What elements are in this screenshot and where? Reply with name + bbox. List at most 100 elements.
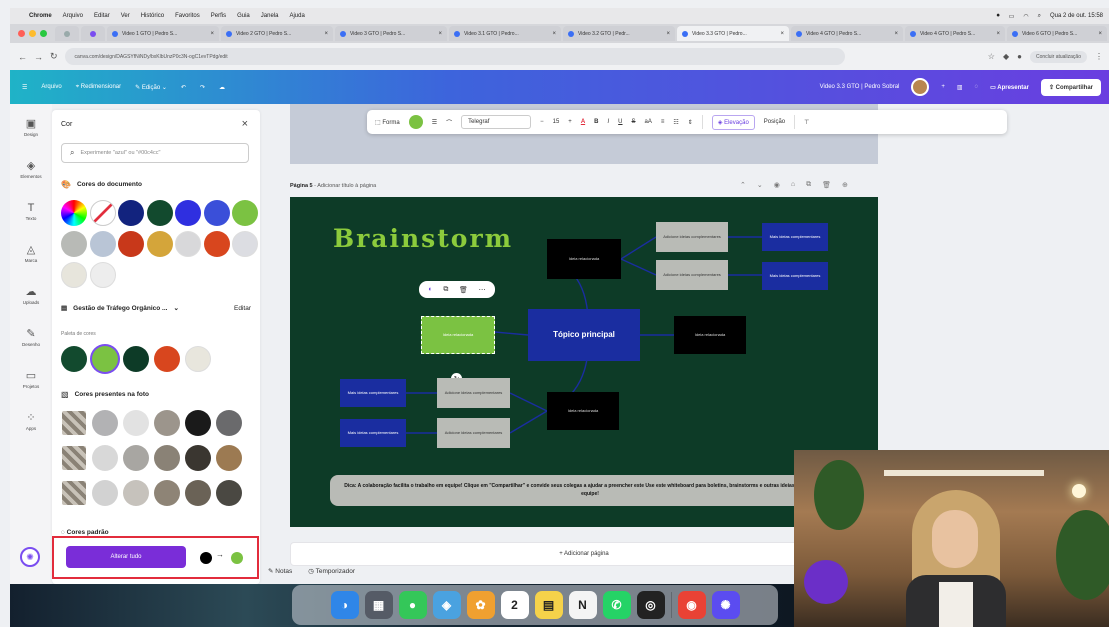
add-page-button[interactable]: + Adicionar página (290, 542, 878, 566)
photo-color-swatch[interactable] (123, 480, 149, 506)
present-button[interactable]: ▭ Apresentar (990, 84, 1029, 91)
palette-swatch[interactable] (154, 346, 180, 372)
finish-update-button[interactable]: Concluir atualização (1029, 50, 1087, 63)
page-label[interactable]: Página 5 - Adicionar título à página (290, 183, 376, 189)
increase-size-icon[interactable]: + (568, 119, 572, 125)
url-field[interactable]: canva.com/design/DAGSYfNiNDy/bxKlbUnzP0c… (64, 48, 845, 65)
browser-tab[interactable]: Video 1 GTO | Pedro S... × (107, 26, 219, 41)
rail-item-draw[interactable]: ✎ Desenho (10, 318, 52, 356)
color-swatch[interactable] (232, 231, 258, 257)
main-topic-box[interactable]: Tópico principal (528, 309, 640, 361)
menu-item[interactable]: Editar (94, 13, 110, 19)
add-page-icon[interactable]: ⊕ (842, 181, 848, 189)
extension-icon[interactable]: ◆ (1003, 52, 1009, 61)
rail-item-apps[interactable]: ⁘ Apps (10, 402, 52, 440)
browser-tab[interactable]: Video 3 GTO | Pedro S... × (335, 26, 447, 41)
browser-tab[interactable]: Video 3.2 GTO | Pedr... × (563, 26, 675, 41)
photo-color-swatch[interactable] (92, 480, 118, 506)
chatgpt-icon[interactable]: ◎ (636, 591, 665, 619)
bold-icon[interactable]: B (594, 119, 598, 125)
color-swatch[interactable] (232, 200, 258, 226)
color-swatch[interactable] (118, 200, 144, 226)
bookmark-star-icon[interactable]: ☆ (988, 52, 995, 61)
whatsapp-icon[interactable]: ✆ (602, 591, 631, 619)
photo-color-swatch[interactable] (216, 410, 242, 436)
related-idea-top[interactable]: Ideia relacionada (547, 239, 621, 279)
search-icon[interactable]: ⌕ (1038, 13, 1041, 20)
related-idea-right[interactable]: Ideia relacionada (674, 316, 746, 354)
menu-item[interactable]: Ver (121, 13, 130, 19)
selected-related-idea[interactable]: Ideia relacionada (421, 316, 495, 354)
minimize-window-button[interactable] (29, 30, 36, 37)
close-tab-icon[interactable]: × (894, 31, 898, 37)
letter-case-icon[interactable]: aA (645, 119, 652, 125)
file-menu[interactable]: Arquivo (41, 84, 61, 90)
list-icon[interactable]: ☷ (673, 119, 678, 126)
rail-item-design[interactable]: ▣ Design (10, 108, 52, 146)
forward-icon[interactable]: → (34, 52, 43, 62)
position-button[interactable]: Posição (764, 119, 785, 125)
photo-color-swatch[interactable] (185, 445, 211, 471)
lock-icon[interactable]: ⌂ (791, 181, 795, 189)
clock[interactable]: Qua 2 de out. 15:58 (1050, 13, 1103, 19)
color-swatch[interactable] (203, 200, 230, 226)
menu-app-name[interactable]: Chrome (29, 13, 52, 19)
close-tab-icon[interactable]: × (996, 31, 1000, 37)
color-swatch[interactable] (61, 231, 87, 257)
palette-swatch[interactable] (185, 346, 211, 372)
maps-icon[interactable]: ◈ (432, 591, 461, 619)
status-icon[interactable]: ⏺ (997, 13, 1000, 20)
undo-icon[interactable]: ↶ (181, 84, 186, 91)
underline-icon[interactable]: U (618, 119, 622, 125)
photo-color-swatch[interactable] (123, 445, 149, 471)
shape-button[interactable]: ⬚ Forma (375, 119, 400, 126)
duplicate-icon[interactable]: ⧉ (806, 181, 811, 189)
spacing-icon[interactable]: ⇕ (688, 119, 693, 126)
photo-color-swatch[interactable] (216, 480, 242, 506)
align-icon[interactable]: ≡ (661, 119, 665, 125)
strikethrough-icon[interactable]: S (632, 119, 636, 125)
rail-item-projects[interactable]: ▭ Projetos (10, 360, 52, 398)
browser-tab[interactable]: Video 4 GTO | Pedro S... × (791, 26, 903, 41)
color-swatch[interactable] (61, 262, 87, 288)
menu-item[interactable]: Perfis (211, 13, 226, 19)
close-tab-icon[interactable]: × (210, 31, 214, 37)
color-swatch[interactable] (146, 231, 173, 257)
notes-button[interactable]: ✎ Notas (268, 567, 292, 575)
corner-radius-icon[interactable]: ⌒ (446, 118, 452, 127)
close-icon[interactable]: × (242, 118, 248, 130)
complementary-idea[interactable]: Adicione ideias complementares (437, 378, 510, 408)
more-ideas-box[interactable]: Mais ideias complementares (762, 262, 828, 290)
menu-item[interactable]: Arquivo (63, 13, 83, 19)
complementary-idea[interactable]: Adicione ideias complementares (656, 222, 728, 252)
menu-item[interactable]: Histórico (141, 13, 164, 19)
more-menu-icon[interactable]: ⋮ (1095, 52, 1103, 61)
copy-icon[interactable]: ⧉ (443, 286, 448, 294)
trash-icon[interactable]: 🗑 (822, 181, 831, 189)
color-swatch[interactable] (175, 200, 201, 226)
photo-color-swatch[interactable] (92, 445, 118, 471)
photo-color-swatch[interactable] (185, 480, 211, 506)
browser-tab[interactable]: Video 3.1 GTO | Pedro... × (449, 26, 561, 41)
elevation-button[interactable]: ◈ Elevação (711, 114, 755, 130)
edit-mode-button[interactable]: ✎ Edição ⌄ (135, 84, 167, 91)
close-tab-icon[interactable]: × (780, 31, 784, 37)
add-color-swatch[interactable] (61, 200, 87, 226)
magic-assistant-icon[interactable]: ✺ (20, 547, 40, 567)
trash-icon[interactable]: 🗑 (459, 286, 468, 294)
transparent-swatch[interactable] (89, 200, 116, 226)
analytics-icon[interactable]: ▥ (957, 84, 963, 91)
profile-icon[interactable]: ● (1017, 52, 1022, 61)
chevron-up-icon[interactable]: ⌃ (740, 181, 746, 189)
close-tab-icon[interactable]: × (552, 31, 556, 37)
board-title[interactable]: Brainstorm (333, 224, 513, 253)
whiteboard-page[interactable]: Brainstorm Ideia relacionada Adicione id… (290, 197, 878, 527)
share-button[interactable]: ⇪ Compartilhar (1040, 78, 1101, 96)
color-swatch[interactable] (118, 231, 144, 257)
browser-tab[interactable]: Video 4 GTO | Pedro S... × (905, 26, 1005, 41)
color-swatch[interactable] (89, 262, 116, 288)
italic-icon[interactable]: I (608, 119, 610, 125)
browser-tab-active[interactable]: Video 3.3 GTO | Pedro... × (677, 26, 789, 41)
photo-color-swatch[interactable] (154, 445, 180, 471)
hamburger-menu-icon[interactable]: ☰ (22, 84, 27, 91)
